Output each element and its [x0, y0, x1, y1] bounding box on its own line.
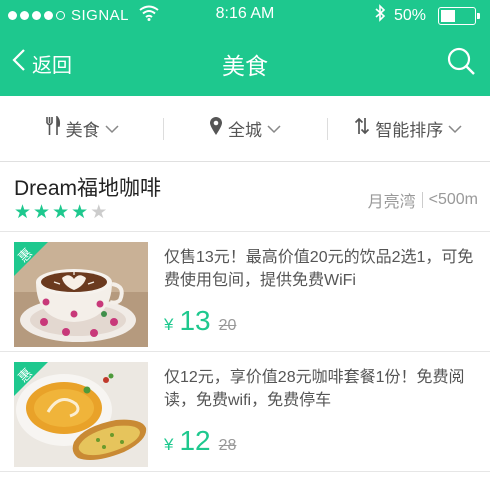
- star-icon: ★: [14, 202, 32, 223]
- divider: [421, 192, 423, 208]
- star-icon: ★: [90, 202, 108, 223]
- deal-image-coffee: 惠: [14, 242, 148, 347]
- shop-area: 月亮湾: [367, 194, 416, 211]
- chevron-down-icon: [448, 119, 462, 139]
- deal-item[interactable]: 惠 仅售13元！最高价值20元的饮品2选1，可免费使用包间，提供免费WiFi ¥…: [0, 232, 490, 352]
- filter-bar: 美食 全城 智能排序: [0, 96, 490, 162]
- currency-symbol: ¥: [164, 315, 174, 334]
- chevron-down-icon: [105, 119, 119, 139]
- star-icon: ★: [52, 202, 70, 223]
- deal-price: ¥ 13 20: [164, 305, 236, 337]
- rating-stars: ★ ★ ★ ★ ★: [14, 203, 107, 222]
- deal-item[interactable]: 惠 仅12元，享价值28元咖啡套餐1份！免费阅读，免费wifi，免费停车 ¥ 1…: [0, 352, 490, 472]
- filter-area-label: 全城: [227, 121, 262, 140]
- deal-current-price: 12: [179, 425, 211, 456]
- battery-level-fill: [441, 9, 455, 22]
- fork-knife-icon: [45, 115, 61, 141]
- sort-icon: [354, 116, 370, 141]
- nav-bar: 返回 美食: [0, 30, 490, 96]
- filter-sort-label: 智能排序: [375, 121, 444, 140]
- location-pin-icon: [209, 116, 223, 141]
- header: SIGNAL 8:16 AM 50% 返回 美食: [0, 0, 490, 96]
- battery-percentage: 50%: [393, 6, 426, 24]
- shop-header[interactable]: Dream福地咖啡 ★ ★ ★ ★ ★ 月亮湾 <500m: [0, 162, 490, 232]
- page-title: 美食: [222, 53, 268, 79]
- filter-area[interactable]: 全城: [163, 116, 326, 141]
- chevron-down-icon: [267, 119, 281, 139]
- deal-current-price: 13: [179, 305, 211, 336]
- star-icon: ★: [33, 202, 51, 223]
- search-button[interactable]: [446, 46, 476, 81]
- deal-original-price: 28: [218, 437, 237, 454]
- status-bar: SIGNAL 8:16 AM 50%: [0, 0, 490, 30]
- filter-category[interactable]: 美食: [0, 115, 163, 141]
- deal-image-soup-toast: 惠: [14, 362, 148, 467]
- star-icon: ★: [71, 202, 89, 223]
- filter-category-label: 美食: [65, 121, 100, 140]
- deal-description: 仅12元，享价值28元咖啡套餐1份！免费阅读，免费wifi，免费停车: [164, 369, 465, 409]
- deal-description: 仅售13元！最高价值20元的饮品2选1，可免费使用包间，提供免费WiFi: [164, 249, 474, 289]
- shop-meta: 月亮湾 <500m: [368, 188, 478, 212]
- search-icon: [446, 47, 476, 80]
- currency-symbol: ¥: [164, 435, 174, 454]
- bluetooth-icon: [374, 4, 386, 27]
- deal-original-price: 20: [218, 317, 237, 334]
- filter-sort[interactable]: 智能排序: [326, 116, 490, 141]
- battery-icon: [438, 6, 480, 25]
- shop-distance: <500m: [428, 191, 478, 208]
- status-right: 50%: [374, 4, 480, 27]
- shop-name: Dream福地咖啡: [14, 177, 162, 200]
- deal-price: ¥ 12 28: [164, 425, 236, 457]
